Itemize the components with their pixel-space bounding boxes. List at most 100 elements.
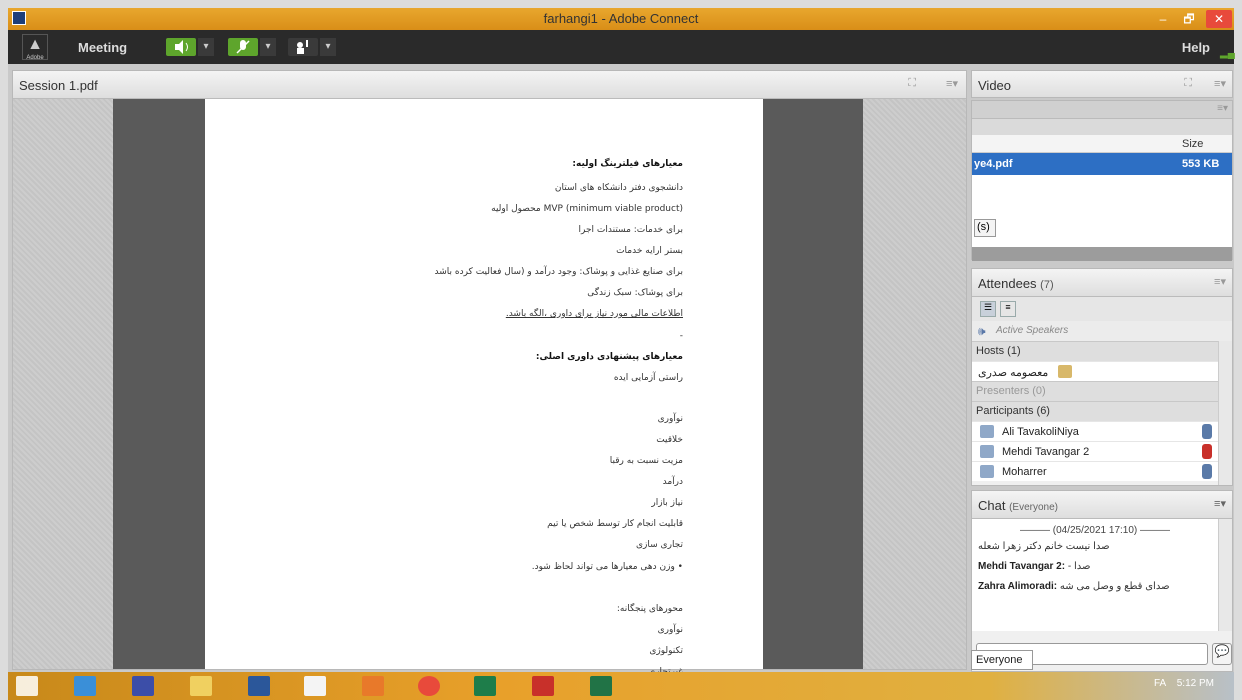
window-title-bar: farhangi1 - Adobe Connect – 🗗 ✕	[8, 8, 1234, 30]
attendee-row[interactable]: Moharrer	[972, 461, 1218, 481]
pdf-text-line: مزیت نسبت به رقبا	[609, 456, 683, 466]
attendee-row[interactable]: Mehdi Tavangar 2	[972, 441, 1218, 461]
attendees-pod-header: Attendees (7) ≡▾	[972, 269, 1232, 297]
speaker-icon: 🕪	[978, 324, 986, 338]
project-icon[interactable]	[474, 676, 496, 696]
pdf-text-line: محورهای پنجگانه:	[616, 604, 683, 614]
adobe-logo-icon: ▲ Adobe	[22, 34, 48, 61]
firefox-icon[interactable]	[362, 676, 384, 696]
participants-group[interactable]: Participants (6)	[972, 401, 1218, 421]
chrome-icon[interactable]	[418, 676, 440, 696]
attendee-name: Ali TavakoliNiya	[1002, 426, 1079, 438]
fullscreen-icon[interactable]: ⛶	[908, 77, 916, 90]
attendee-name: Moharrer	[1002, 466, 1047, 478]
help-menu[interactable]: Help	[1182, 40, 1210, 55]
word-icon[interactable]	[248, 676, 270, 696]
pdf-text-line: معیارهای فیلترینگ اولیه:	[572, 159, 683, 169]
window-title: farhangi1 - Adobe Connect	[543, 11, 699, 26]
chat-timestamp: ——— (04/25/2021 17:10) ———	[1019, 525, 1171, 536]
attendee-name: Mehdi Tavangar 2	[1002, 446, 1090, 458]
chat-recipient-tab[interactable]: Everyone	[971, 650, 1033, 670]
speaker-dropdown-icon[interactable]: ▾	[198, 38, 214, 56]
pod-options-icon[interactable]: ≡▾	[1214, 275, 1226, 288]
presenters-group[interactable]: Presenters (0)	[972, 381, 1218, 401]
restore-button[interactable]: 🗗	[1176, 10, 1202, 28]
file-size: 553 KB	[1182, 158, 1220, 170]
clock[interactable]: 5:12 PM	[1177, 678, 1214, 689]
share-pod-header: Session 1.pdf ⛶ ≡▾	[13, 71, 966, 99]
pdf-text-line: نوآوری	[657, 625, 683, 635]
file-explorer-icon[interactable]	[190, 676, 212, 696]
meeting-stage: Session 1.pdf ⛶ ≡▾ معیارهای فیلترینگ اول…	[8, 64, 1234, 677]
excel-icon[interactable]	[590, 676, 612, 696]
pdf-text-line: برای خدمات: مستندات اجرا	[578, 225, 683, 235]
files-pod: ≡▾ Size ye4.pdf 553 KB (s)	[971, 100, 1233, 261]
pod-options-icon[interactable]: ≡▾	[1214, 77, 1226, 90]
video-pod-header: Video ⛶ ≡▾	[972, 71, 1232, 97]
pod-options-icon[interactable]: ≡▾	[1214, 497, 1226, 510]
pdf-text-line: خلاقیت	[656, 435, 683, 445]
attendees-toolbar: ☰ ≡	[972, 297, 1232, 321]
pdf-text-line: معیارهای پیشنهادی داوری اصلی:	[535, 352, 683, 362]
app-icon[interactable]	[132, 676, 154, 696]
pod-options-icon[interactable]: ≡▾	[1217, 103, 1228, 114]
internet-explorer-icon[interactable]	[74, 676, 96, 696]
raise-hand-icon[interactable]	[288, 38, 318, 56]
participant-icon	[980, 465, 994, 478]
chat-message: صدا نیست خانم دکتر زهرا شعله	[978, 541, 1110, 552]
list-view-icon[interactable]: ☰	[980, 301, 996, 317]
status-dropdown-icon[interactable]: ▾	[320, 38, 336, 56]
video-pod: Video ⛶ ≡▾	[971, 70, 1233, 98]
start-icon[interactable]	[16, 676, 38, 696]
file-name: ye4.pdf	[974, 158, 1013, 170]
pdf-page: معیارهای فیلترینگ اولیه: دانشجوی دفتر دان…	[205, 99, 763, 677]
pdf-text-line: راستی آزمایی ایده	[613, 373, 683, 383]
pod-options-icon[interactable]: ≡▾	[946, 77, 958, 90]
pdf-text-line: بستر ارایه خدمات	[616, 246, 683, 256]
pdf-text-line: قابلیت انجام کار توسط شخص یا تیم	[547, 519, 683, 529]
share-pod-title: Session 1.pdf	[19, 78, 98, 93]
chat-scrollbar[interactable]	[1218, 519, 1232, 631]
participant-icon	[980, 425, 994, 438]
microphone-muted-icon	[1202, 444, 1212, 459]
file-row[interactable]: ye4.pdf 553 KB	[972, 153, 1232, 175]
connection-signal-icon: ▂▄	[1220, 48, 1235, 59]
meeting-menu[interactable]: Meeting	[78, 40, 127, 55]
size-column-header[interactable]: Size	[1182, 138, 1203, 150]
sort-icon[interactable]: ≡	[1000, 301, 1016, 317]
files-pod-footer	[972, 247, 1232, 261]
windows-taskbar: FA 5:12 PM	[8, 672, 1234, 700]
acrobat-icon[interactable]	[532, 676, 554, 696]
pdf-text-line: -	[679, 331, 683, 341]
microphone-dropdown-icon[interactable]: ▾	[260, 38, 276, 56]
host-icon	[1058, 365, 1072, 378]
attendee-count: (7)	[1040, 279, 1054, 291]
attendee-row[interactable]: معصومه صدری	[972, 361, 1218, 381]
chat-pod-header: Chat (Everyone) ≡▾	[972, 491, 1232, 519]
pdf-text-line: نیاز بازار	[651, 498, 683, 508]
chat-pod-title: Chat (Everyone)	[978, 498, 1058, 513]
notepad-icon[interactable]	[304, 676, 326, 696]
attendee-row[interactable]: Ali TavakoliNiya	[972, 421, 1218, 441]
chat-scope: (Everyone)	[1009, 502, 1058, 513]
pdf-text-line: (minimum viable product) MVP محصول اولیه	[491, 204, 683, 214]
microphone-icon[interactable]	[228, 38, 258, 56]
pdf-text-line: اطلاعات مالی مورد نیاز برای داوری ،الگه …	[505, 309, 683, 319]
language-indicator[interactable]: FA	[1154, 678, 1166, 689]
attendees-scrollbar[interactable]	[1218, 341, 1232, 485]
pdf-text-line: دانشجوی دفتر دانشکاه های استان	[554, 183, 683, 193]
pdf-text-line: درآمد	[662, 477, 683, 487]
attendees-pod: Attendees (7) ≡▾ ☰ ≡ 🕪 Active Speakers H…	[971, 268, 1233, 486]
pdf-text-line: نوآوری	[657, 414, 683, 424]
minimize-button[interactable]: –	[1150, 10, 1176, 28]
files-button[interactable]: (s)	[974, 219, 996, 237]
pdf-text-line: برای صنایع غذایی و پوشاک: وجود درآمد و (…	[434, 267, 683, 277]
hosts-group[interactable]: Hosts (1)	[972, 341, 1218, 361]
close-button[interactable]: ✕	[1206, 10, 1232, 28]
microphone-icon	[1202, 424, 1212, 439]
send-message-button[interactable]: 💬	[1212, 643, 1232, 665]
system-tray: FA 5:12 PM	[1154, 678, 1214, 689]
fullscreen-icon[interactable]: ⛶	[1184, 77, 1192, 90]
speaker-icon[interactable]	[166, 38, 196, 56]
active-speakers-bar: 🕪 Active Speakers	[972, 321, 1232, 341]
